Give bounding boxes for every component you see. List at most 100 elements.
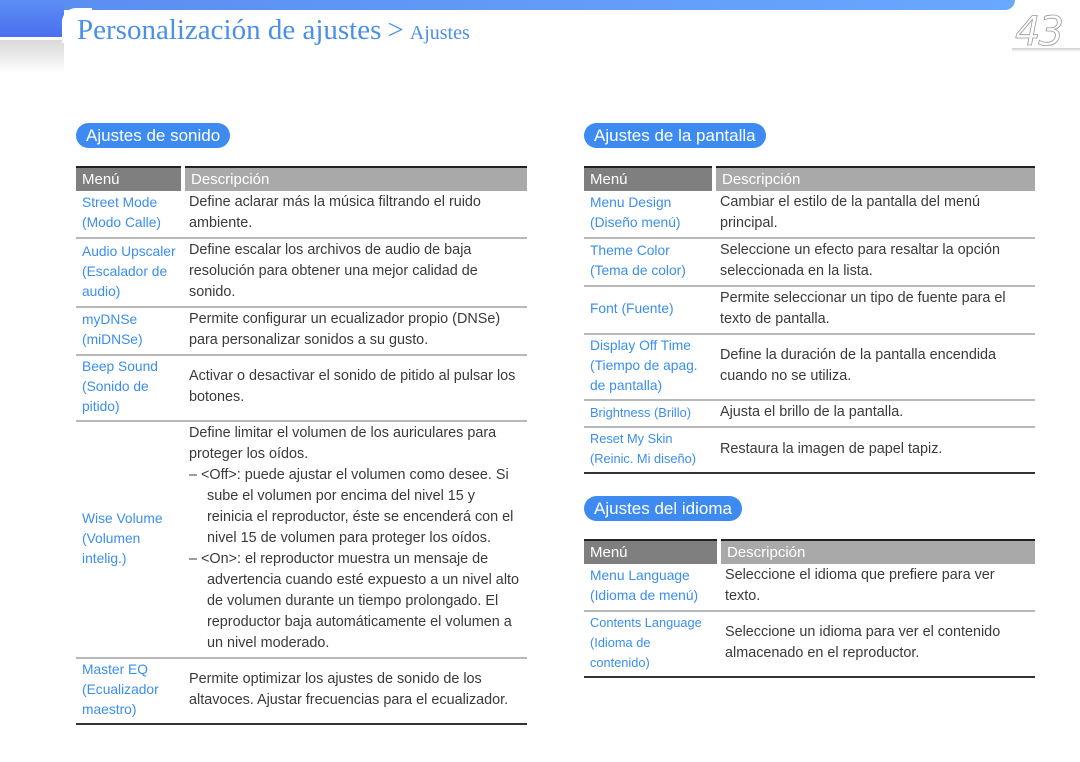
- table-row: Audio Upscaler (Escalador de audio) Define …: [76, 238, 527, 308]
- menu-item-line: Contents Language: [590, 615, 702, 630]
- menu-item-line: pitido): [82, 399, 120, 414]
- description-text: Seleccione un idioma para ver el conteni…: [725, 624, 1001, 661]
- menu-item-name: Contents Language (Idioma de contenido): [584, 611, 719, 678]
- menu-item-description: Define aclarar más la música filtrando e…: [183, 191, 527, 239]
- description-text: Restaura la imagen de papel tapiz.: [720, 440, 943, 457]
- table-row: Beep Sound (Sonido de pitido) Activar o des…: [76, 355, 527, 422]
- table-row: Wise Volume (Volumen intelig.) Define limit…: [76, 421, 527, 659]
- menu-item-line: (Escalador de: [82, 263, 168, 279]
- page-title: Personalización de ajustes > Ajustes: [77, 14, 470, 47]
- header-corner-block: [0, 0, 64, 37]
- menu-item-line: (Idioma de contenido): [590, 635, 651, 670]
- menu-item-line: maestro): [82, 702, 137, 717]
- table-row: Master EQ (Ecualizador maestro) Permite opt…: [76, 658, 527, 725]
- description-text: Define escalar los archivos de audio de …: [189, 242, 478, 300]
- sound-settings-table: Menú Descripción Street Mode (Modo Calle)…: [76, 166, 527, 725]
- menu-item-description: Activar o desactivar el sonido de pitido…: [183, 355, 527, 422]
- menu-item-line: Font (Fuente): [590, 301, 674, 316]
- table-row: Reset My Skin (Reinic. Mi diseño) Restaura…: [584, 427, 1035, 474]
- column-header-description: Descripción: [717, 539, 1035, 564]
- description-text: Permite optimizar los ajustes de sonido …: [189, 671, 509, 708]
- menu-item-line: Menu Language: [590, 568, 690, 583]
- menu-item-line: (Diseño menú): [590, 215, 681, 230]
- menu-item-line: Menu Design: [590, 195, 672, 210]
- menu-item-name: Menu Language (Idioma de menú): [584, 564, 719, 612]
- description-text: Permite seleccionar un tipo de fuente pa…: [720, 290, 1006, 327]
- menu-item-line: (Reinic. Mi diseño): [590, 451, 696, 466]
- description-bullet: – <On>: el reproductor muestra un mensaj…: [189, 551, 520, 651]
- display-settings-table: Menú Descripción Menu Design (Diseño menú…: [584, 166, 1035, 474]
- menu-item-line: Display Off Time: [590, 338, 691, 353]
- page-title-sub: Ajustes: [409, 22, 470, 44]
- menu-item-description: Ajusta el brillo de la pantalla.: [714, 400, 1035, 428]
- menu-item-name: Reset My Skin (Reinic. Mi diseño): [584, 427, 714, 474]
- column-header-menu: Menú: [584, 539, 719, 564]
- column-header-menu: Menú: [584, 166, 714, 191]
- menu-item-line: Wise Volume: [82, 510, 163, 526]
- column-header-menu: Menú: [76, 166, 183, 191]
- menu-item-name: Theme Color (Tema de color): [584, 238, 714, 287]
- language-settings-table: Menú Descripción Menu Language (Idioma de…: [584, 539, 1035, 678]
- header-bar: [0, 0, 1015, 10]
- menu-item-line: Audio Upscaler: [82, 243, 176, 259]
- menu-item-line: (Volumen: [82, 530, 141, 546]
- menu-item-name: Master EQ (Ecualizador maestro): [76, 658, 183, 725]
- table-row: myDNSe (miDNSe) Permite configurar un ecua…: [76, 307, 527, 356]
- table-row: Menu Design (Diseño menú) Cambiar el estil…: [584, 191, 1035, 239]
- page-title-main: Personalización de ajustes: [77, 14, 382, 46]
- menu-item-line: de pantalla): [590, 378, 663, 393]
- menu-item-line: (Tema de color): [590, 263, 686, 278]
- section-heading-display: Ajustes de la pantalla: [584, 123, 766, 148]
- menu-item-line: Master EQ: [82, 662, 148, 677]
- menu-item-description: Define escalar los archivos de audio de …: [183, 238, 527, 308]
- menu-item-description: Restaura la imagen de papel tapiz.: [714, 427, 1035, 474]
- description-text: Cambiar el estilo de la pantalla del men…: [720, 194, 980, 231]
- breadcrumb-separator: >: [387, 14, 404, 46]
- section-heading-language: Ajustes del idioma: [584, 496, 742, 521]
- menu-item-line: (Tiempo de apag.: [590, 358, 698, 373]
- header-corner-shade: [0, 40, 64, 74]
- column-header-description: Descripción: [712, 166, 1035, 191]
- description-text: Define aclarar más la música filtrando e…: [189, 194, 481, 231]
- menu-item-name: Street Mode (Modo Calle): [76, 191, 183, 239]
- column-header-description: Descripción: [181, 166, 527, 191]
- menu-item-description: Seleccione un idioma para ver el conteni…: [719, 611, 1035, 678]
- table-row: Contents Language (Idioma de contenido) Se…: [584, 611, 1035, 678]
- menu-item-description: Permite configurar un ecualizador propio…: [183, 307, 527, 356]
- description-bullet: – <Off>: puede ajustar el volumen como d…: [189, 467, 514, 546]
- menu-item-name: Font (Fuente): [584, 286, 714, 335]
- menu-item-line: Theme Color: [590, 243, 670, 258]
- table-row: Font (Fuente) Permite seleccionar un tipo…: [584, 286, 1035, 335]
- page-number-underline: [1012, 48, 1080, 52]
- menu-item-line: (Modo Calle): [82, 215, 161, 230]
- menu-item-description: Seleccione un efecto para resaltar la op…: [714, 238, 1035, 287]
- menu-item-line: Brightness (Brillo): [590, 404, 691, 420]
- menu-item-name: Audio Upscaler (Escalador de audio): [76, 238, 183, 308]
- description-text: Define limitar el volumen de los auricul…: [189, 425, 497, 462]
- table-row: Theme Color (Tema de color) Seleccione un …: [584, 238, 1035, 287]
- menu-item-line: Beep Sound: [82, 359, 158, 374]
- table-row: Street Mode (Modo Calle) Define aclarar má…: [76, 191, 527, 239]
- menu-item-line: audio): [82, 283, 121, 299]
- description-text: Activar o desactivar el sonido de pitido…: [189, 368, 516, 405]
- menu-item-line: Street Mode: [82, 195, 158, 210]
- menu-item-description: Permite seleccionar un tipo de fuente pa…: [714, 286, 1035, 335]
- menu-item-line: intelig.): [82, 550, 127, 566]
- description-text: Permite configurar un ecualizador propio…: [189, 311, 501, 348]
- description-text: Seleccione el idioma que prefiere para v…: [725, 567, 995, 604]
- menu-item-line: (Idioma de menú): [590, 588, 699, 603]
- table-row: Display Off Time (Tiempo de apag. de panta…: [584, 334, 1035, 401]
- menu-item-line: (miDNSe): [82, 332, 143, 347]
- table-row: Brightness (Brillo) Ajusta el brillo de l…: [584, 400, 1035, 428]
- menu-item-name: Wise Volume (Volumen intelig.): [76, 421, 183, 659]
- menu-item-description: Cambiar el estilo de la pantalla del men…: [714, 191, 1035, 239]
- menu-item-line: myDNSe: [82, 312, 138, 327]
- menu-item-name: myDNSe (miDNSe): [76, 307, 183, 356]
- menu-item-name: Display Off Time (Tiempo de apag. de panta…: [584, 334, 714, 401]
- description-text: Ajusta el brillo de la pantalla.: [720, 404, 904, 420]
- menu-item-description: Permite optimizar los ajustes de sonido …: [183, 658, 527, 725]
- menu-item-description: Seleccione el idioma que prefiere para v…: [719, 564, 1035, 612]
- menu-item-name: Beep Sound (Sonido de pitido): [76, 355, 183, 422]
- menu-item-line: Reset My Skin: [590, 431, 673, 446]
- menu-item-name: Brightness (Brillo): [584, 400, 714, 428]
